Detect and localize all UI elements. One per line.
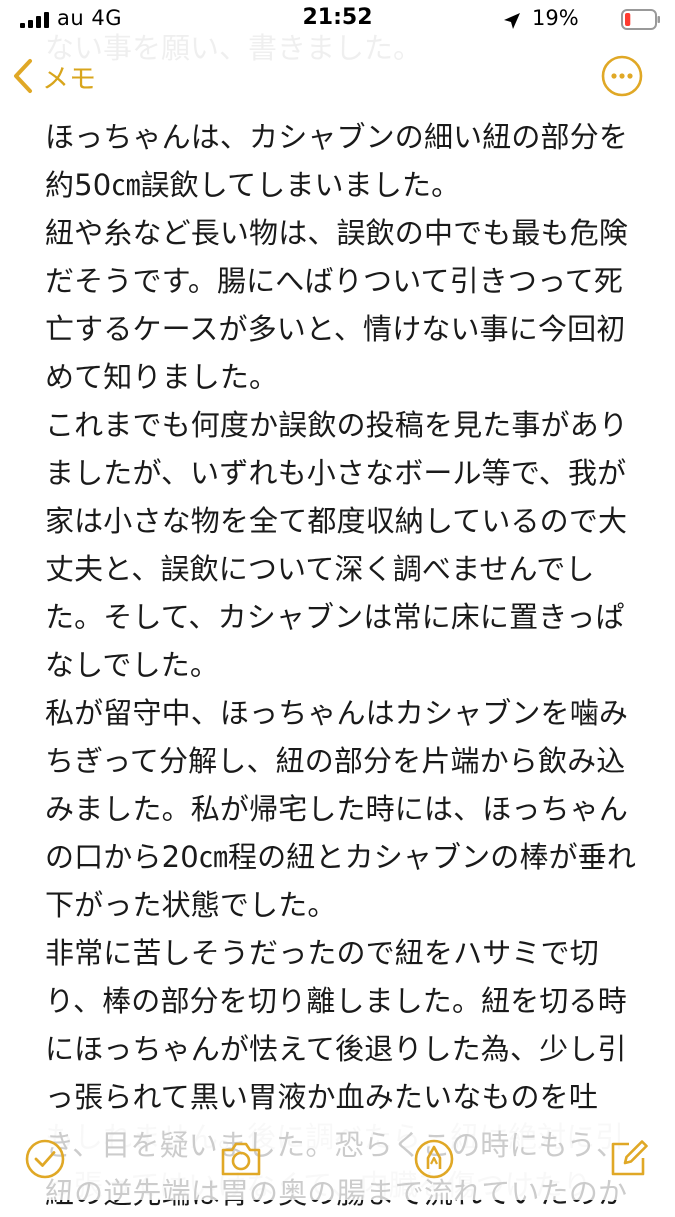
checklist-icon — [25, 1139, 65, 1179]
markup-pen-icon — [414, 1139, 454, 1179]
note-line: り、棒の部分を切り離しました。紐を切る時 — [45, 984, 627, 1018]
note-line: 家は小さな物を全て都度収納しているので大 — [45, 504, 628, 538]
note-line: ほっちゃんは、カシャブンの細い紐の部分を — [45, 120, 629, 154]
note-line: ちぎって分解し、紐の部分を片端から飲み込 — [45, 744, 626, 778]
more-ellipsis-icon — [601, 55, 643, 97]
note-line: めて知りました。 — [45, 360, 279, 394]
note-line: にほっちゃんが怯えて後退りした為、少し引 — [45, 1032, 627, 1066]
note-line: だそうです。腸にへばりついて引きつって死 — [45, 264, 624, 298]
camera-button[interactable] — [218, 1136, 264, 1182]
note-line: これまでも何度か誤飲の投稿を見た事があり — [45, 408, 629, 442]
note-line: 紐や糸など長い物は、誤飲の中でも最も危険 — [45, 216, 629, 250]
markup-button[interactable] — [411, 1136, 457, 1182]
chevron-left-icon — [14, 59, 32, 93]
more-button[interactable] — [601, 55, 643, 97]
note-line: みました。私が帰宅した時には、ほっちゃん — [45, 792, 629, 826]
compose-button[interactable] — [605, 1136, 651, 1182]
note-text-area[interactable]: ほっちゃんは、カシャブンの細い紐の部分を 約50㎝誤飲してしまいました。紐や糸など… — [45, 113, 645, 1217]
note-line: 私が留守中、ほっちゃんはカシャブンを噛み — [45, 696, 629, 730]
navigation-bar: メモ — [0, 40, 675, 115]
note-line: なしでした。 — [45, 648, 220, 682]
note-line: 非常に苦しそうだったので紐をハサミで切 — [45, 936, 599, 970]
camera-icon — [221, 1142, 261, 1176]
back-label: メモ — [42, 63, 96, 95]
checklist-button[interactable] — [22, 1136, 68, 1182]
note-line: 丈夫と、誤飲について深く調べませんでし — [45, 552, 595, 586]
note-line: 下がった状態でした。 — [45, 888, 337, 922]
note-line: た。そして、カシャブンは常に床に置きっぱ — [45, 600, 625, 634]
bottom-toolbar — [0, 1118, 675, 1200]
note-line: ましたが、いずれも小さなボール等で、我が — [45, 456, 627, 490]
note-line: 約50㎝誤飲してしまいました。 — [45, 168, 461, 202]
note-line: 亡するケースが多いと、情けない事に今回初 — [45, 312, 626, 346]
compose-icon — [611, 1140, 648, 1176]
back-button[interactable]: メモ — [10, 54, 96, 98]
note-line: の口から20㎝程の紐とカシャブンの棒が垂れ — [45, 840, 637, 874]
